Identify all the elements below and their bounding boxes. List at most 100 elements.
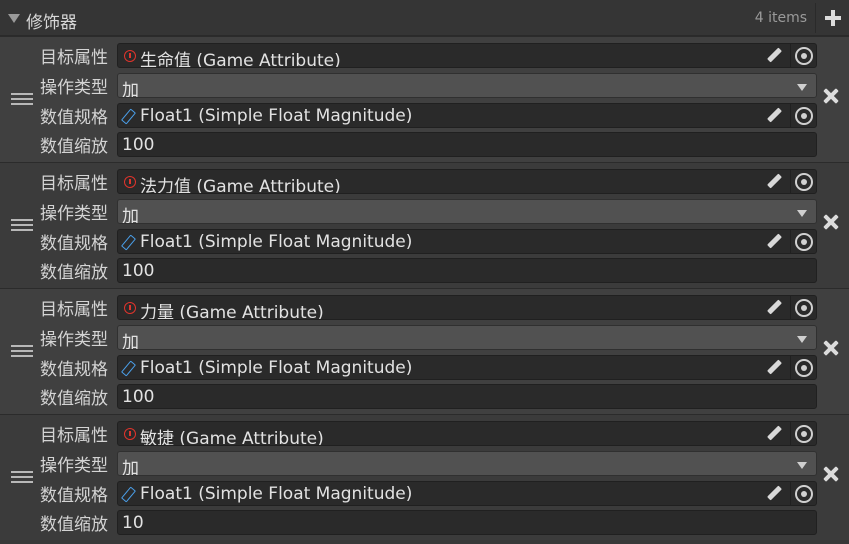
list-header[interactable]: 修饰器 4 items xyxy=(0,0,849,36)
scale-label: 数值缩放 xyxy=(40,137,108,157)
attribute-value: 力量 (Game Attribute) xyxy=(140,303,324,320)
game-attribute-icon xyxy=(124,302,136,314)
operation-label: 操作类型 xyxy=(40,204,108,224)
attribute-label: 目标属性 xyxy=(40,300,108,320)
game-attribute-icon xyxy=(124,176,136,188)
scale-value: 100 xyxy=(122,135,155,155)
pencil-icon[interactable] xyxy=(764,47,784,65)
scale-input[interactable]: 100 xyxy=(117,384,817,409)
float-magnitude-icon xyxy=(120,360,137,377)
magnitude-value: Float1 (Simple Float Magnitude) xyxy=(140,232,413,252)
remove-item-button[interactable] xyxy=(820,337,842,359)
field-divider xyxy=(790,422,791,445)
object-picker-icon[interactable] xyxy=(795,299,813,317)
attribute-label: 目标属性 xyxy=(40,48,108,68)
scale-label: 数值缩放 xyxy=(40,263,108,283)
chevron-down-icon xyxy=(797,336,807,343)
magnitude-label: 数值规格 xyxy=(40,234,108,254)
scale-input[interactable]: 10 xyxy=(117,510,817,535)
remove-item-button[interactable] xyxy=(820,211,842,233)
chevron-down-icon xyxy=(797,210,807,217)
list-title: 修饰器 xyxy=(26,13,77,33)
object-picker-icon[interactable] xyxy=(795,47,813,65)
magnitude-label: 数值规格 xyxy=(40,486,108,506)
operation-value: 加 xyxy=(122,333,139,350)
drag-handle-icon[interactable] xyxy=(11,471,33,485)
operation-value: 加 xyxy=(122,459,139,476)
float-magnitude-icon xyxy=(120,108,137,125)
pencil-icon[interactable] xyxy=(764,107,784,125)
pencil-icon[interactable] xyxy=(764,425,784,443)
field-divider xyxy=(790,104,791,127)
operation-dropdown[interactable]: 加 xyxy=(117,325,817,350)
field-divider xyxy=(790,356,791,379)
magnitude-label: 数值规格 xyxy=(40,108,108,128)
attribute-label: 目标属性 xyxy=(40,426,108,446)
attribute-field[interactable]: 敏捷 (Game Attribute) xyxy=(117,421,817,446)
scale-input[interactable]: 100 xyxy=(117,132,817,157)
remove-item-button[interactable] xyxy=(820,463,842,485)
float-magnitude-icon xyxy=(120,486,137,503)
scale-value: 10 xyxy=(122,513,144,533)
drag-handle-icon[interactable] xyxy=(11,219,33,233)
attribute-value: 法力值 (Game Attribute) xyxy=(140,177,341,194)
modifier-item: 目标属性 生命值 (Game Attribute) 操作类型 加 数值规格 Fl… xyxy=(0,36,849,162)
modifier-item: 目标属性 敏捷 (Game Attribute) 操作类型 加 数值规格 Flo… xyxy=(0,414,849,540)
object-picker-icon[interactable] xyxy=(795,173,813,191)
operation-value: 加 xyxy=(122,81,139,98)
scale-value: 100 xyxy=(122,261,155,281)
pencil-icon[interactable] xyxy=(764,233,784,251)
object-picker-icon[interactable] xyxy=(795,233,813,251)
operation-value: 加 xyxy=(122,207,139,224)
magnitude-field[interactable]: Float1 (Simple Float Magnitude) xyxy=(117,229,817,254)
field-divider xyxy=(790,296,791,319)
pencil-icon[interactable] xyxy=(764,173,784,191)
magnitude-label: 数值规格 xyxy=(40,360,108,380)
magnitude-value: Float1 (Simple Float Magnitude) xyxy=(140,106,413,126)
magnitude-value: Float1 (Simple Float Magnitude) xyxy=(140,358,413,378)
operation-label: 操作类型 xyxy=(40,78,108,98)
chevron-down-icon xyxy=(797,462,807,469)
object-picker-icon[interactable] xyxy=(795,359,813,377)
object-picker-icon[interactable] xyxy=(795,107,813,125)
operation-dropdown[interactable]: 加 xyxy=(117,199,817,224)
drag-handle-icon[interactable] xyxy=(11,93,33,107)
operation-label: 操作类型 xyxy=(40,330,108,350)
chevron-down-icon xyxy=(797,84,807,91)
modifier-item: 目标属性 力量 (Game Attribute) 操作类型 加 数值规格 Flo… xyxy=(0,288,849,414)
item-count: 4 items xyxy=(754,10,807,26)
triangle-down-icon[interactable] xyxy=(8,14,20,23)
attribute-field[interactable]: 法力值 (Game Attribute) xyxy=(117,169,817,194)
field-divider xyxy=(790,170,791,193)
pencil-icon[interactable] xyxy=(764,485,784,503)
attribute-value: 生命值 (Game Attribute) xyxy=(140,51,341,68)
object-picker-icon[interactable] xyxy=(795,485,813,503)
magnitude-field[interactable]: Float1 (Simple Float Magnitude) xyxy=(117,103,817,128)
modifier-item: 目标属性 法力值 (Game Attribute) 操作类型 加 数值规格 Fl… xyxy=(0,162,849,288)
operation-dropdown[interactable]: 加 xyxy=(117,451,817,476)
field-divider xyxy=(790,482,791,505)
magnitude-value: Float1 (Simple Float Magnitude) xyxy=(140,484,413,504)
attribute-label: 目标属性 xyxy=(40,174,108,194)
scale-label: 数值缩放 xyxy=(40,389,108,409)
operation-dropdown[interactable]: 加 xyxy=(117,73,817,98)
drag-handle-icon[interactable] xyxy=(11,345,33,359)
magnitude-field[interactable]: Float1 (Simple Float Magnitude) xyxy=(117,481,817,506)
field-divider xyxy=(790,230,791,253)
pencil-icon[interactable] xyxy=(764,359,784,377)
pencil-icon[interactable] xyxy=(764,299,784,317)
game-attribute-icon xyxy=(124,428,136,440)
modifiers-list: 修饰器 4 items 目标属性 生命值 (Game Attribute) 操作… xyxy=(0,0,849,544)
attribute-value: 敏捷 (Game Attribute) xyxy=(140,429,324,446)
game-attribute-icon xyxy=(124,50,136,62)
attribute-field[interactable]: 生命值 (Game Attribute) xyxy=(117,43,817,68)
scale-value: 100 xyxy=(122,387,155,407)
magnitude-field[interactable]: Float1 (Simple Float Magnitude) xyxy=(117,355,817,380)
field-divider xyxy=(790,44,791,67)
remove-item-button[interactable] xyxy=(820,85,842,107)
float-magnitude-icon xyxy=(120,234,137,251)
scale-input[interactable]: 100 xyxy=(117,258,817,283)
attribute-field[interactable]: 力量 (Game Attribute) xyxy=(117,295,817,320)
add-item-button[interactable] xyxy=(815,3,849,33)
object-picker-icon[interactable] xyxy=(795,425,813,443)
